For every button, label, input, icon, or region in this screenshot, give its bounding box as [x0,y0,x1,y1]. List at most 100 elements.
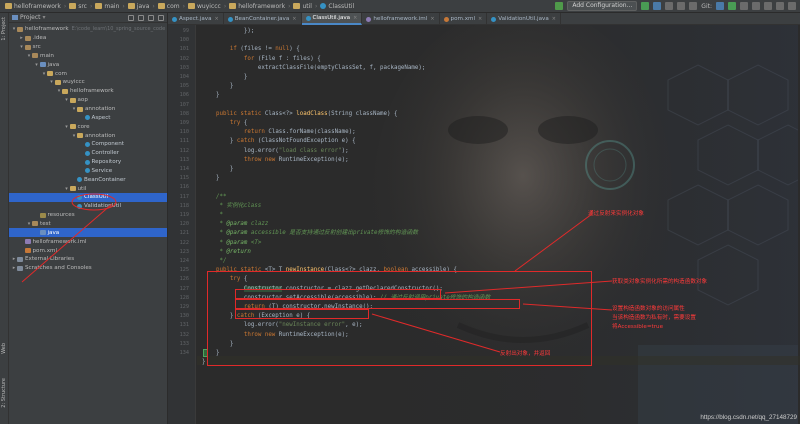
editor-tab[interactable]: pom.xml × [440,13,488,25]
chevron-down-icon[interactable]: ▾ [34,62,40,68]
editor-tab[interactable]: Aspect.java × [168,13,224,25]
folder-icon [5,3,12,9]
close-icon[interactable]: × [215,16,219,22]
tree-item[interactable]: ▾ wuyiccc [9,78,167,87]
breadcrumb-main[interactable]: main [93,0,121,13]
chevron-down-icon[interactable]: ▾ [19,44,25,50]
git-update-icon[interactable] [716,2,724,10]
git-rollback-icon[interactable] [752,2,760,10]
project-tool-tab[interactable]: 1: Project [1,17,7,41]
chevron-right-icon[interactable]: ▸ [19,35,25,41]
code-token: * [202,212,223,218]
breadcrumb-project[interactable]: helloframework [3,0,63,13]
breadcrumb-classutil[interactable]: ClassUtil [318,0,356,13]
tree-item[interactable]: ▾ aop [9,96,167,105]
tree-item-label: core [77,123,90,130]
chevron-down-icon[interactable]: ▾ [49,79,55,85]
tree-item[interactable]: helloframework.iml [9,237,167,246]
tree-item[interactable]: ▾ main [9,52,167,61]
hide-icon[interactable] [158,14,164,21]
editor-tab-label: BeanContainer.java [234,16,290,22]
annotation-label-instantiate: 通过反射来实例化对象 [588,211,644,217]
tree-item[interactable]: ▸ .idea [9,34,167,43]
package-icon [69,97,76,103]
debug-icon[interactable] [653,2,662,10]
tree-item[interactable]: ClassUtil [9,193,167,202]
search-icon[interactable] [788,2,796,10]
tree-item[interactable]: Controller [9,149,167,158]
tree-item-label: Service [91,167,113,174]
breadcrumb-helloframework[interactable]: helloframework [227,0,287,13]
breadcrumb-util[interactable]: util [291,0,314,13]
collapse-all-icon[interactable] [138,14,144,21]
tree-item[interactable]: ▾ annotation [9,105,167,114]
line-number: 125 [179,267,189,274]
coverage-icon[interactable] [665,2,674,10]
chevron-down-icon[interactable]: ▾ [64,186,70,192]
tree-item-label: Repository [91,159,122,166]
locate-icon[interactable] [128,14,134,21]
chevron-down-icon[interactable]: ▾ [64,124,70,130]
tree-item[interactable]: ▸ External Libraries [9,255,167,264]
breadcrumb-src[interactable]: src [67,0,89,13]
tree-item[interactable]: java [9,228,167,238]
tree-item[interactable]: ▾ helloframework E:\code_learn\10_spring_s… [9,25,167,34]
close-icon[interactable]: × [353,15,357,21]
tree-item[interactable]: ▾ core [9,122,167,131]
tree-item[interactable]: ValidationUtil [9,202,167,211]
chevron-down-icon[interactable]: ▾ [64,97,70,103]
tree-item[interactable]: ▸ Scratches and Consoles [9,264,167,273]
git-commit-icon[interactable] [728,2,736,10]
tree-item[interactable]: ▾ test [9,220,167,229]
code-token: } [202,138,237,145]
editor-tab[interactable]: helloframework.iml × [362,13,440,25]
tree-item[interactable]: ▾ com [9,69,167,78]
tree-item[interactable]: pom.xml [9,246,167,255]
gear-icon[interactable] [148,14,154,21]
code-token: (File f : files) { [254,55,321,62]
breadcrumb-com[interactable]: com [156,0,182,13]
tree-item[interactable]: ▾ annotation [9,131,167,140]
code-line: public static Class<?> loadClass(String … [202,110,398,119]
run-icon[interactable] [641,2,650,10]
breadcrumb-wuyiccc[interactable]: wuyiccc [186,0,223,13]
tree-item[interactable]: ▾ java [9,60,167,69]
breadcrumb-java[interactable]: java [126,0,152,13]
build-hammer-icon[interactable] [555,2,564,10]
tree-item[interactable]: ▾ util [9,184,167,193]
tree-item-label: .idea [32,35,47,42]
tree-item[interactable]: ▾ helloframework [9,87,167,96]
stop-icon[interactable] [677,2,686,10]
search-everywhere-icon[interactable] [689,2,698,10]
add-configuration-button[interactable]: Add Configuration... [567,1,638,11]
git-history-icon[interactable] [740,2,748,10]
folder-icon [157,3,165,9]
project-structure-icon[interactable] [776,2,784,10]
code-line: } [202,165,234,174]
tree-item[interactable]: Service [9,167,167,176]
code-token: * [202,221,227,228]
close-icon[interactable]: × [292,16,296,22]
annotation-label-access-2: 当该构造函数为私有时，需要设置 [612,315,696,321]
tree-item[interactable]: resources [9,211,167,220]
tree-item[interactable]: ▾ src [9,43,167,52]
settings-icon[interactable] [764,2,772,10]
tree-item[interactable]: Aspect [9,113,167,122]
close-icon[interactable]: × [552,16,556,22]
project-panel-title[interactable]: Project [20,14,41,21]
web-tool-tab[interactable]: Web [1,343,7,354]
tree-item[interactable]: BeanContainer [9,175,167,184]
structure-tool-tab[interactable]: 2: Structure [1,378,7,408]
close-icon[interactable]: × [478,16,482,22]
git-label: Git: [701,2,712,10]
chevron-down-icon[interactable]: ▾ [43,14,46,21]
editor-tab[interactable]: ClassUtil.java × [301,13,363,25]
editor-tab[interactable]: ValidationUtil.java × [487,13,561,25]
tree-item[interactable]: Component [9,140,167,149]
editor-tab[interactable]: BeanContainer.java × [224,13,302,25]
close-icon[interactable]: × [430,16,434,22]
tree-item[interactable]: Repository [9,158,167,167]
class-icon [320,3,327,9]
code-line: if (files != null) { [202,45,300,54]
